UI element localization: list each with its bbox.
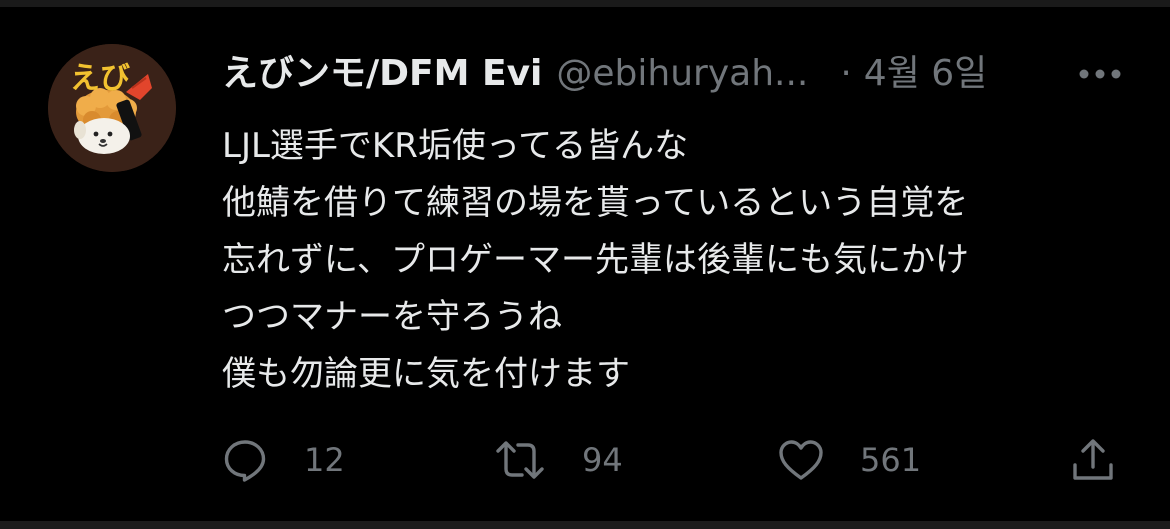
- like-button[interactable]: 561: [778, 430, 921, 490]
- retweet-button[interactable]: 94: [494, 430, 623, 490]
- reply-icon: [224, 440, 266, 482]
- separator-dot: ·: [840, 53, 852, 94]
- user-handle[interactable]: @ebihuryah...: [556, 50, 808, 98]
- reply-count: 12: [304, 441, 345, 479]
- tweet-text-line: 忘れずに、プロゲーマー先輩は後輩にも気にかけ: [222, 240, 969, 280]
- avatar-image: えび: [48, 44, 176, 172]
- reply-button[interactable]: 12: [222, 430, 345, 490]
- avatar[interactable]: えび: [48, 44, 176, 172]
- retweet-icon: [496, 441, 544, 479]
- bottom-divider: [0, 521, 1170, 529]
- display-name[interactable]: えびンモ/DFM Evi: [222, 50, 542, 98]
- tweet-text-line: LJL選手でKR垢使ってる皆んな: [222, 126, 689, 166]
- tweet-text-line: つつマナーを守ろうね: [222, 297, 562, 337]
- share-icon: [1073, 439, 1113, 480]
- more-horizontal-icon: [1079, 69, 1121, 79]
- avatar-text: えび: [70, 61, 130, 96]
- tweet-header: えびンモ/DFM Evi @ebihuryah... · 4월 6일: [222, 50, 987, 98]
- tweet-date[interactable]: 4월 6일: [864, 50, 988, 98]
- tweet-text-line: 他鯖を借りて練習の場を貰っているという自覚を: [222, 183, 969, 223]
- tweet-actions: 12 94 561: [0, 430, 1170, 490]
- tweet-text: LJL選手でKR垢使ってる皆んな 他鯖を借りて練習の場を貰っているという自覚を …: [222, 118, 1142, 403]
- top-divider: [0, 0, 1170, 7]
- tweet-text-line: 僕も勿論更に気を付けます: [222, 354, 630, 394]
- heart-icon: [779, 440, 823, 480]
- like-count: 561: [860, 441, 922, 479]
- share-button[interactable]: [1070, 430, 1116, 490]
- retweet-count: 94: [582, 441, 623, 479]
- more-options-button[interactable]: [1072, 54, 1128, 94]
